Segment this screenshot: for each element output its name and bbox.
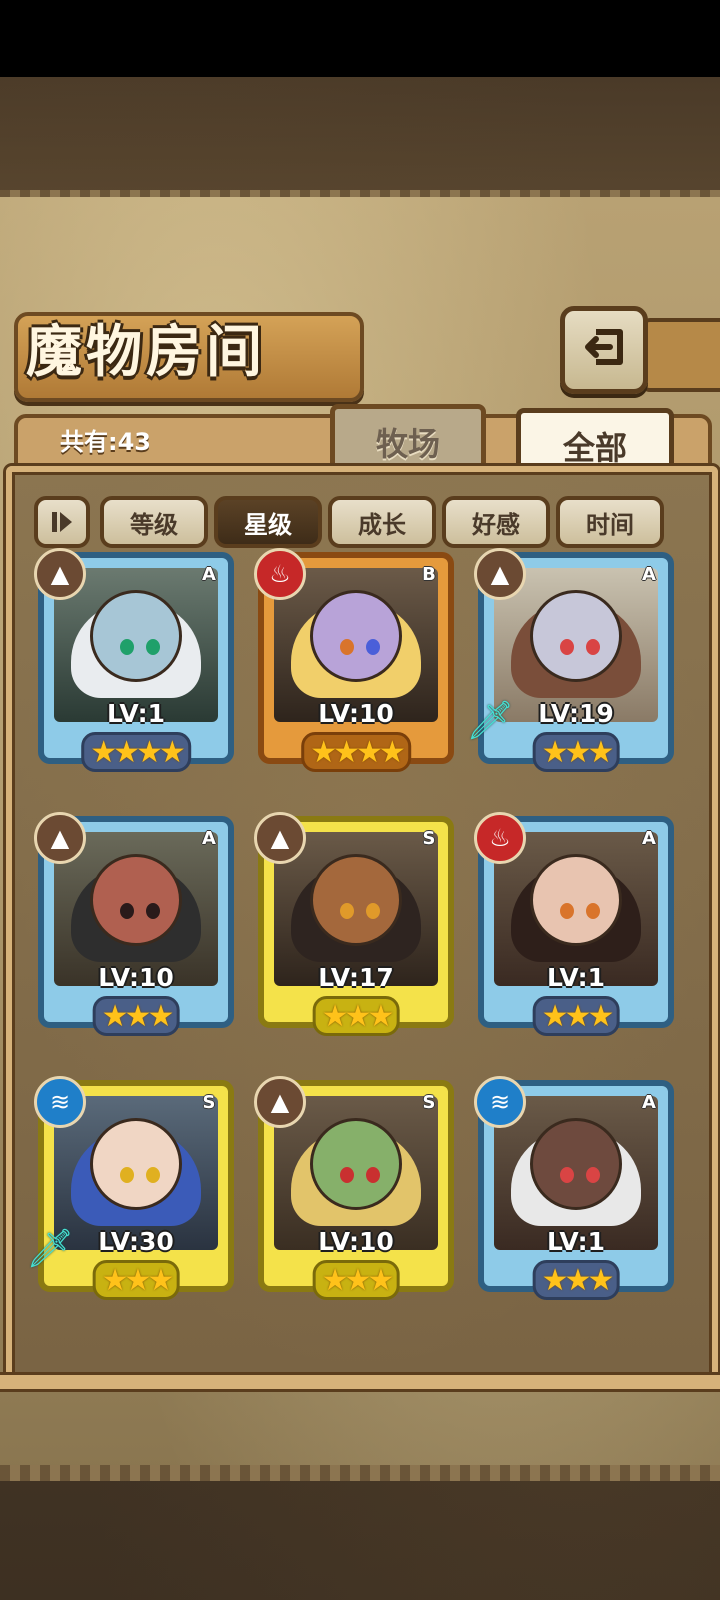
status-bar — [0, 0, 720, 77]
earth-element-icon: ▲ — [34, 548, 86, 600]
sort-by-time-button[interactable]: 时间 — [556, 496, 664, 548]
star-rating: ★★★ — [312, 996, 400, 1036]
parchment-edge-bottom — [0, 1465, 720, 1481]
sort-by-stars-button[interactable]: 星级 — [214, 496, 322, 548]
panel-bottom-rail — [0, 1372, 720, 1392]
star-rating: ★★★ — [312, 1260, 400, 1300]
back-arrow-icon — [585, 329, 623, 365]
earth-element-icon: ▲ — [474, 548, 526, 600]
sort-by-growth-button[interactable]: 成长 — [328, 496, 436, 548]
rank-badge: S — [422, 1092, 436, 1113]
earth-element-icon: ▲ — [254, 1076, 306, 1128]
monster-total-count: 共有:43 — [60, 428, 151, 456]
water-element-icon: ≋ — [474, 1076, 526, 1128]
earth-element-icon: ▲ — [34, 812, 86, 864]
monster-level: LV:10 — [318, 699, 394, 728]
fire-element-icon: ♨ — [474, 812, 526, 864]
monster-level: LV:1 — [546, 1227, 606, 1256]
star-rating: ★★★★ — [301, 732, 411, 772]
sword-icon: 🗡 — [26, 1226, 75, 1270]
rank-badge: B — [422, 564, 436, 585]
rank-badge: S — [422, 828, 436, 849]
rank-badge: A — [642, 1092, 656, 1113]
back-button-rail — [640, 318, 720, 392]
earth-element-icon: ▲ — [254, 812, 306, 864]
fire-element-icon: ♨ — [254, 548, 306, 600]
star-rating: ★★★ — [92, 1260, 180, 1300]
star-rating: ★★★ — [532, 996, 620, 1036]
monster-card[interactable]: ▲ A LV:19 ★★★ 🗡 — [466, 548, 674, 772]
back-button[interactable] — [560, 306, 648, 394]
monster-card[interactable]: ▲ A LV:10 ★★★ — [34, 812, 234, 1036]
monster-level: LV:1 — [106, 699, 166, 728]
sort-order-icon — [52, 512, 72, 532]
star-rating: ★★★ — [532, 732, 620, 772]
page-title: 魔物房间 — [26, 319, 266, 385]
sort-by-affection-button[interactable]: 好感 — [442, 496, 550, 548]
sort-by-level-button[interactable]: 等级 — [100, 496, 208, 548]
water-element-icon: ≋ — [34, 1076, 86, 1128]
monster-level: LV:1 — [546, 963, 606, 992]
rank-badge: A — [642, 564, 656, 585]
monster-card[interactable]: ♨ A LV:1 ★★★ — [474, 812, 674, 1036]
rank-badge: A — [202, 828, 216, 849]
monster-card[interactable]: ≋ A LV:1 ★★★ — [474, 1076, 674, 1300]
monster-level: LV:17 — [318, 963, 394, 992]
monster-card[interactable]: ≋ S LV:30 ★★★ 🗡 — [26, 1076, 234, 1300]
monster-card[interactable]: ▲ A LV:1 ★★★★ — [34, 548, 234, 772]
sort-order-toggle[interactable] — [34, 496, 90, 548]
star-rating: ★★★ — [92, 996, 180, 1036]
star-rating: ★★★ — [532, 1260, 620, 1300]
monster-level: LV:10 — [318, 1227, 394, 1256]
monster-card[interactable]: ▲ S LV:17 ★★★ — [254, 812, 454, 1036]
sword-icon: 🗡 — [466, 698, 515, 742]
rank-badge: A — [642, 828, 656, 849]
rank-badge: A — [202, 564, 216, 585]
star-rating: ★★★★ — [81, 732, 191, 772]
monster-card[interactable]: ▲ S LV:10 ★★★ — [254, 1076, 454, 1300]
monster-level: LV:10 — [98, 963, 174, 992]
rank-badge: S — [202, 1092, 216, 1113]
monster-card[interactable]: ♨ B LV:10 ★★★★ — [254, 548, 454, 772]
